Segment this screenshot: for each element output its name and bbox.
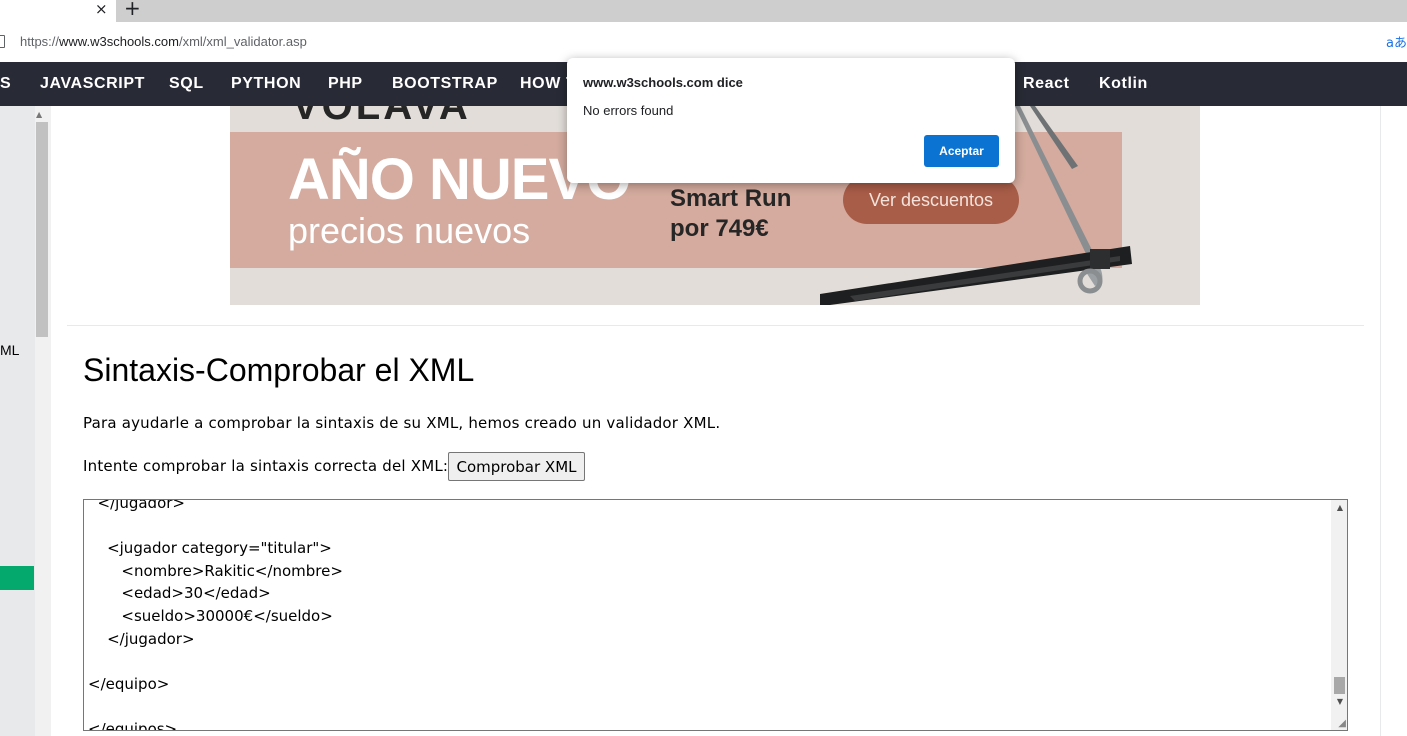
left-sidebar	[0, 106, 35, 736]
url-scheme: https://	[20, 34, 60, 49]
resize-handle-icon[interactable]: ◢	[1338, 718, 1346, 729]
accept-button[interactable]: Aceptar	[924, 135, 999, 167]
scroll-up-arrow-icon[interactable]: ▲	[36, 110, 42, 119]
scroll-up-arrow-icon[interactable]: ▲	[1337, 503, 1343, 512]
nav-item-javascript[interactable]: JAVASCRIPT	[40, 75, 145, 93]
url-text[interactable]: https://www.w3schools.com/xml/xml_valida…	[20, 34, 307, 49]
xml-textarea[interactable]: </jugador> <jugador category="titular"> …	[83, 499, 1348, 731]
sidebar-scroll-thumb[interactable]	[36, 122, 48, 337]
intro-paragraph: Para ayudarle a comprobar la sintaxis de…	[83, 414, 721, 432]
dialog-message: No errors found	[583, 103, 674, 118]
dialog-title: www.w3schools.com dice	[583, 75, 743, 90]
ad-product-name: Smart Run	[670, 185, 792, 212]
right-divider	[1380, 106, 1381, 736]
xml-code[interactable]: </jugador> <jugador category="titular"> …	[88, 500, 343, 730]
textarea-scrollbar[interactable]: ▲ ▼	[1331, 500, 1347, 730]
lock-icon[interactable]	[0, 35, 5, 48]
translate-icon[interactable]: aあ	[1386, 32, 1407, 51]
sidebar-active-item[interactable]	[0, 566, 34, 590]
ad-product-price: por 749€	[670, 215, 769, 242]
nav-item-python[interactable]: PYTHON	[231, 75, 301, 93]
nav-item-bootstrap[interactable]: BOOTSTRAP	[392, 75, 498, 93]
scroll-down-arrow-icon[interactable]: ▼	[1337, 697, 1343, 706]
browser-tab-strip: × +	[0, 0, 1407, 22]
nav-item-sql[interactable]: SQL	[169, 75, 204, 93]
ad-product-text: Smart Run por 749€	[670, 184, 791, 244]
check-xml-button[interactable]: Comprobar XML	[448, 452, 585, 481]
sidebar-item-xml[interactable]: ML	[0, 342, 19, 358]
ad-cta-button[interactable]: Ver descuentos	[843, 176, 1019, 224]
nav-item-php[interactable]: PHP	[328, 75, 363, 93]
ad-brand-logo: VOLAVA	[292, 106, 471, 128]
nav-item-kotlin[interactable]: Kotlin	[1099, 75, 1148, 93]
browser-tab[interactable]: ×	[0, 0, 116, 22]
nav-item-react[interactable]: React	[1023, 75, 1070, 93]
new-tab-icon[interactable]: +	[124, 0, 141, 19]
ad-subline: precios nuevos	[288, 210, 531, 251]
textarea-scroll-thumb[interactable]	[1334, 677, 1345, 694]
url-path: /xml/xml_validator.asp	[178, 34, 307, 49]
section-divider	[67, 325, 1364, 326]
address-bar[interactable]: https://www.w3schools.com/xml/xml_valida…	[0, 22, 1407, 63]
check-prompt: Intente comprobar la sintaxis correcta d…	[83, 457, 449, 475]
nav-item-css[interactable]: S	[0, 75, 11, 93]
close-tab-icon[interactable]: ×	[95, 0, 108, 18]
page-title: Sintaxis-Comprobar el XML	[83, 352, 475, 388]
alert-dialog: www.w3schools.com dice No errors found A…	[567, 58, 1015, 183]
url-host: www.w3schools.com	[59, 34, 179, 49]
